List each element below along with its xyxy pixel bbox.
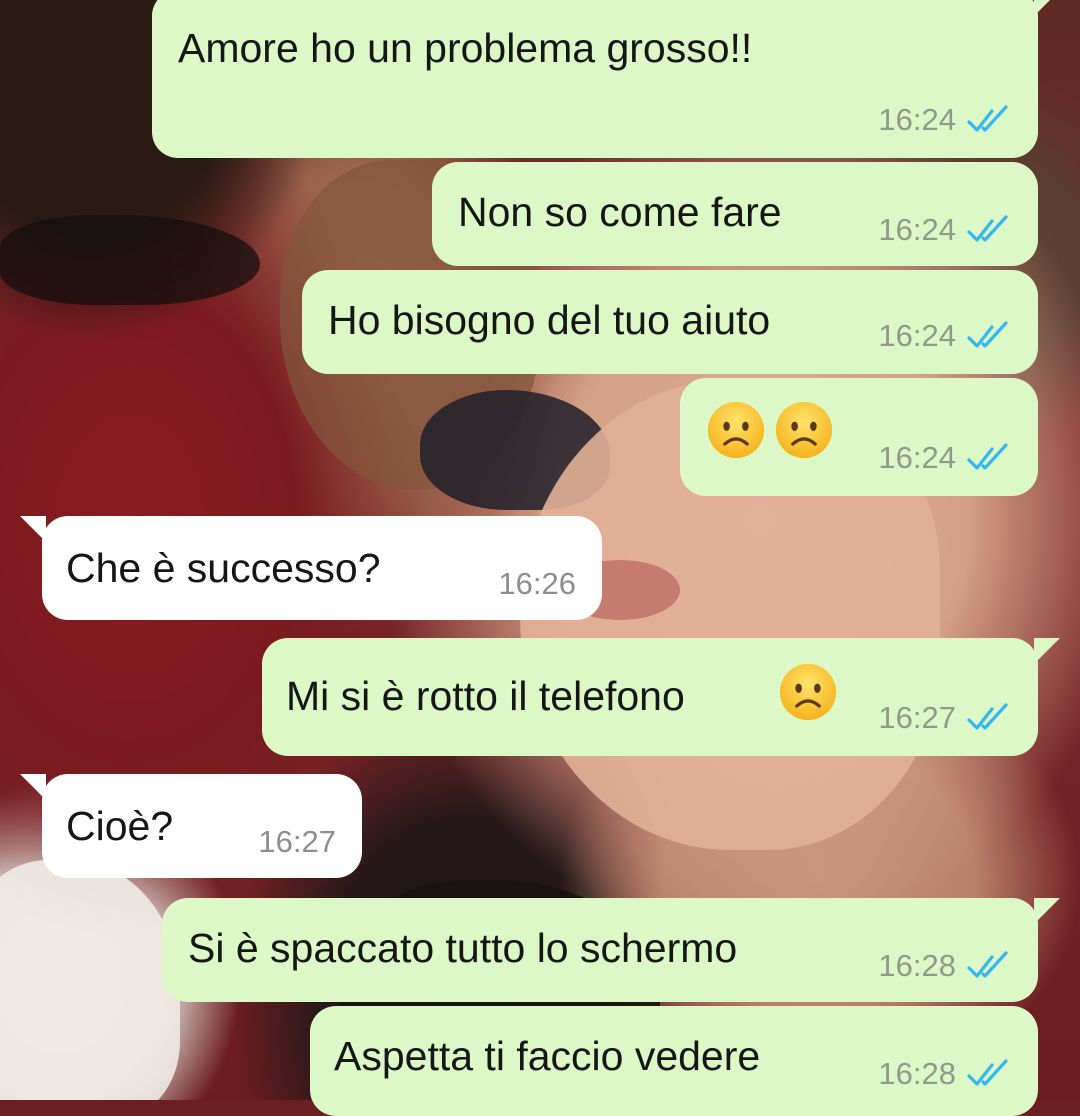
message-time: 16:24 [878,212,956,247]
double-check-icon [967,214,1008,242]
message-bubble-incoming[interactable]: Cioè? 16:27 [20,774,362,878]
message-meta: 16:27 [878,702,1012,733]
message-time: 16:26 [498,566,576,601]
message-text: Che è successo? [66,545,381,591]
message-meta: 16:24 [878,320,1012,351]
frowning-face-emoji [779,663,837,721]
message-text: Si è spaccato tutto lo schermo [188,925,738,971]
double-check-icon [967,442,1008,470]
frowning-face-emoji [707,401,765,459]
emoji-row [706,400,834,460]
message-time: 16:27 [878,700,956,735]
message-time: 16:24 [878,102,956,137]
double-check-icon [967,702,1008,730]
message-text: Ho bisogno del tuo aiuto [328,297,771,343]
double-check-icon [967,950,1008,978]
message-meta: 16:27 [258,826,336,857]
message-bubble-incoming[interactable]: Che è successo? 16:26 [20,516,602,620]
message-list[interactable]: Amore ho un problema grosso!! 16:24 Non … [0,0,1080,1116]
message-time: 16:27 [258,824,336,859]
message-meta: 16:26 [498,568,576,599]
message-text: Amore ho un problema grosso!! [178,25,753,71]
message-time: 16:24 [878,318,956,353]
message-meta: 16:28 [878,950,1012,981]
message-meta: 16:24 [878,214,1012,245]
message-meta: 16:24 [878,104,1012,135]
message-text: Non so come fare [458,189,782,235]
double-check-icon [967,1058,1008,1086]
message-time: 16:28 [878,948,956,983]
message-bubble-outgoing[interactable]: Ho bisogno del tuo aiuto 16:24 [302,270,1038,374]
message-bubble-outgoing[interactable]: Amore ho un problema grosso!! 16:24 [152,0,1060,158]
message-bubble-outgoing[interactable]: Non so come fare 16:24 [432,162,1038,266]
message-time: 16:24 [878,440,956,475]
double-check-icon [967,320,1008,348]
message-bubble-outgoing[interactable]: Mi si è rotto il telefono 16:27 [262,638,1060,756]
message-meta: 16:28 [878,1058,1012,1089]
message-bubble-outgoing[interactable]: Si è spaccato tutto lo schermo 16:28 [162,898,1060,1002]
message-meta: 16:24 [878,442,1012,473]
message-text: Aspetta ti faccio vedere [334,1033,761,1079]
message-time: 16:28 [878,1056,956,1091]
message-text: Mi si è rotto il telefono [286,673,685,719]
frowning-face-emoji [775,401,833,459]
message-bubble-outgoing[interactable]: 16:24 [680,378,1038,496]
message-text: Cioè? [66,803,174,849]
double-check-icon [967,104,1008,132]
